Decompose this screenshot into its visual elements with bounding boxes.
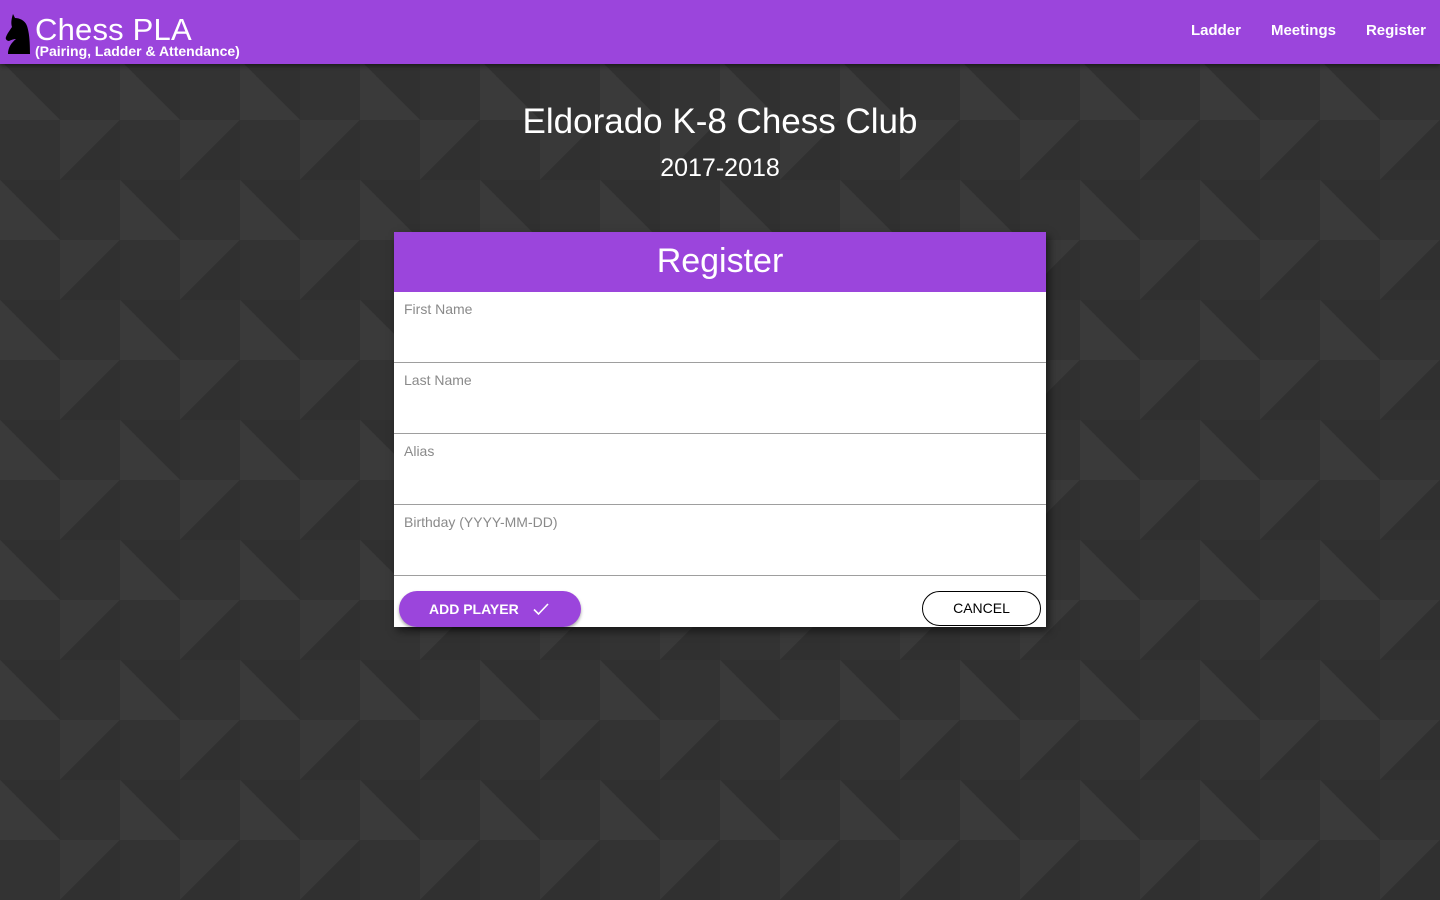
last-name-field: Last Name (394, 363, 1046, 434)
chess-knight-icon (5, 14, 31, 54)
birthday-field: Birthday (YYYY-MM-DD) (394, 505, 1046, 576)
nav-register[interactable]: Register (1366, 21, 1426, 41)
last-name-input[interactable] (404, 395, 1038, 427)
birthday-label: Birthday (YYYY-MM-DD) (404, 514, 558, 530)
birthday-input[interactable] (404, 537, 1038, 569)
checkmark-icon (533, 603, 549, 616)
register-card: Register First Name Last Name Alias Birt… (394, 232, 1046, 627)
last-name-label: Last Name (404, 372, 472, 388)
first-name-label: First Name (404, 301, 473, 317)
main-nav: Ladder Meetings Register (1191, 21, 1426, 41)
first-name-field: First Name (394, 292, 1046, 363)
top-app-bar: Chess PLA (Pairing, Ladder & Attendance)… (0, 0, 1440, 64)
alias-input[interactable] (404, 466, 1038, 498)
alias-label: Alias (404, 443, 435, 459)
club-name-heading: Eldorado K-8 Chess Club (522, 102, 918, 141)
nav-ladder[interactable]: Ladder (1191, 21, 1241, 41)
add-player-button[interactable]: ADD PLAYER (399, 591, 581, 627)
alias-field: Alias (394, 434, 1046, 505)
season-heading: 2017-2018 (660, 154, 780, 182)
app-title: Chess PLA (35, 12, 192, 47)
first-name-input[interactable] (404, 324, 1038, 356)
nav-meetings[interactable]: Meetings (1271, 21, 1336, 41)
cancel-button[interactable]: CANCEL (922, 591, 1041, 626)
add-player-label: ADD PLAYER (429, 601, 519, 617)
register-card-title: Register (394, 232, 1046, 292)
app-subtitle: (Pairing, Ladder & Attendance) (35, 43, 240, 59)
